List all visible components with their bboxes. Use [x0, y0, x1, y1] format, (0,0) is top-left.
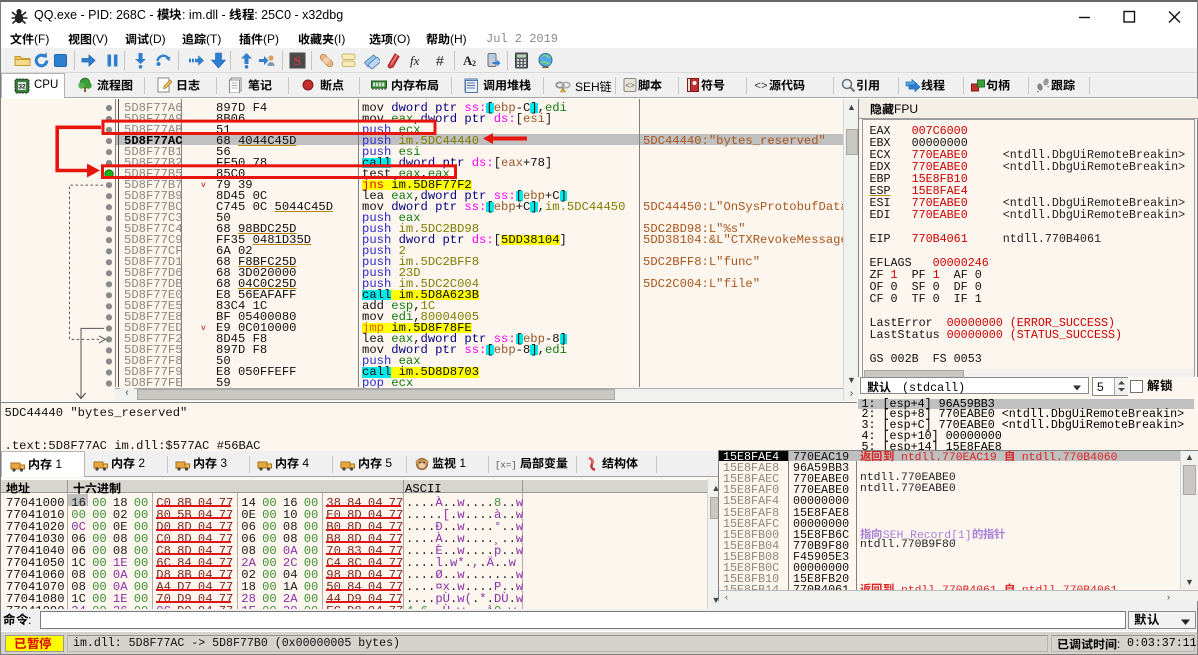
svg-text:!: ! [562, 88, 563, 93]
svg-text:S: S [294, 53, 301, 68]
svg-text:#: # [436, 53, 444, 69]
svg-text:32: 32 [18, 84, 26, 91]
svg-text:fx: fx [410, 53, 420, 68]
svg-text:<>: <> [754, 81, 767, 93]
svg-text:2: 2 [472, 59, 476, 68]
svg-text:<>: <> [625, 82, 635, 91]
svg-text:[x=]: [x=] [495, 461, 517, 471]
